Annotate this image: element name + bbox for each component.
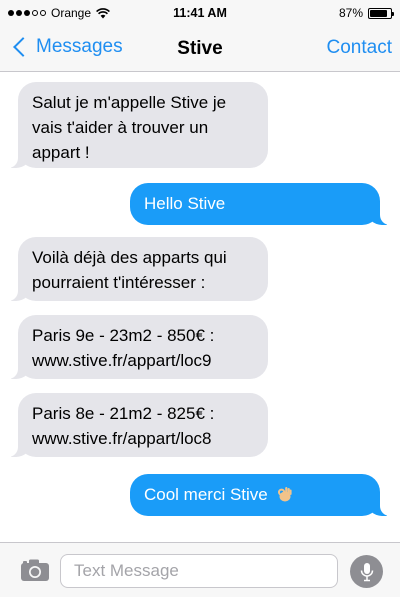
battery-icon [368,7,394,19]
microphone-icon [360,562,373,581]
message-text: Paris 9e - 23m2 - 850€ : www.stive.fr/ap… [32,326,215,370]
status-right: 87% [338,6,394,20]
carrier-name: Orange [51,6,92,20]
message-text: Hello Stive [144,194,226,213]
message-text: Salut je m'appelle Stive je vais t'aider… [32,93,227,162]
ok-hand-icon [277,484,292,502]
back-button[interactable]: Messages [10,36,123,58]
signal-strength-icon [8,10,46,16]
wifi-icon [96,7,110,18]
sent-message-bubble[interactable]: Cool merci Stive [130,474,390,516]
message-text: Paris 8e - 21m2 - 825€ : www.stive.fr/ap… [32,404,215,448]
camera-button[interactable] [20,558,50,582]
back-button-label: Messages [36,36,123,57]
contact-button[interactable]: Contact [327,37,392,59]
battery-percentage: 87% [338,6,363,20]
camera-icon [21,559,49,581]
message-text: Cool merci Stive [144,485,268,504]
status-left: Orange [8,6,110,20]
microphone-button[interactable] [350,555,383,588]
status-bar: Orange 11:41 AM 87% [0,0,400,26]
received-message-bubble[interactable]: Paris 9e - 23m2 - 850€ : www.stive.fr/ap… [8,315,268,379]
navigation-bar: Messages Stive Contact [0,26,400,72]
message-input[interactable] [60,554,338,588]
received-message-bubble[interactable]: Paris 8e - 21m2 - 825€ : www.stive.fr/ap… [8,393,268,457]
battery-fill [370,9,388,17]
message-input-bar [0,542,400,597]
received-message-bubble[interactable]: Salut je m'appelle Stive je vais t'aider… [8,82,268,168]
message-text: Voilà déjà des apparts qui pourraient t'… [32,248,227,292]
received-message-bubble[interactable]: Voilà déjà des apparts qui pourraient t'… [8,237,268,301]
chevron-left-icon [13,37,33,57]
messages-screen: Orange 11:41 AM 87% Messages Stive Conta… [0,0,400,597]
message-thread[interactable]: Salut je m'appelle Stive je vais t'aider… [0,72,400,542]
sent-message-bubble[interactable]: Hello Stive [130,183,390,225]
